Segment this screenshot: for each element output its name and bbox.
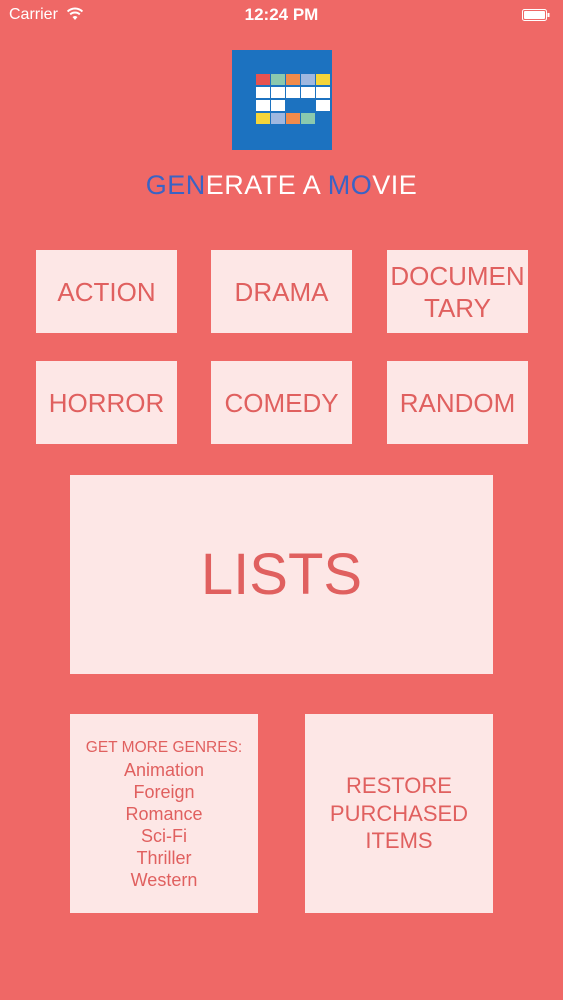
restore-purchases-button[interactable]: RESTORE PURCHASED ITEMS <box>305 714 493 913</box>
horror-button[interactable]: HORROR <box>36 361 177 444</box>
logo-cell <box>286 113 300 124</box>
restore-label-line3: ITEMS <box>365 828 433 854</box>
documentary-label-line2: TARY <box>424 292 491 323</box>
comedy-label: COMEDY <box>224 387 339 418</box>
lists-label: LISTS <box>200 542 363 607</box>
more-genres-item: Sci-Fi <box>141 825 187 846</box>
documentary-label-line1: DOCUMEN <box>390 260 525 291</box>
logo-cell <box>271 74 285 85</box>
lists-button[interactable]: LISTS <box>70 475 493 674</box>
title-part-vie: VIE <box>372 170 418 200</box>
restore-label-line1: RESTORE <box>346 773 452 799</box>
action-button[interactable]: ACTION <box>36 250 177 333</box>
random-label: RANDOM <box>399 387 516 418</box>
title-part-gen: GEN <box>145 170 206 200</box>
restore-label-line2: PURCHASED <box>329 800 469 826</box>
logo-cell <box>301 113 315 124</box>
get-more-genres-button[interactable]: GET MORE GENRES: Animation Foreign Roman… <box>70 714 258 913</box>
drama-button[interactable]: DRAMA <box>211 250 352 333</box>
logo-cell <box>256 113 270 124</box>
more-genres-item: Animation <box>123 759 205 780</box>
logo-cell <box>316 100 330 111</box>
status-bar: Carrier 12:24 PM <box>0 0 563 30</box>
action-label: ACTION <box>57 276 156 307</box>
logo-cell <box>301 87 315 98</box>
logo-cell <box>286 87 300 98</box>
logo-cell <box>316 74 330 85</box>
drama-label: DRAMA <box>234 276 329 307</box>
logo-cell <box>256 100 270 111</box>
logo-cell <box>316 87 330 98</box>
more-genres-item: Western <box>130 869 198 890</box>
logo-cell <box>271 113 285 124</box>
more-genres-heading: GET MORE GENRES: <box>85 738 243 756</box>
logo-cell <box>256 74 270 85</box>
more-genres-item: Foreign <box>133 781 195 802</box>
horror-label: HORROR <box>48 387 165 418</box>
documentary-button[interactable]: DOCUMEN TARY <box>387 250 528 333</box>
logo-cell <box>256 87 270 98</box>
more-genres-item: Thriller <box>136 847 192 868</box>
comedy-button[interactable]: COMEDY <box>211 361 352 444</box>
app-logo <box>232 50 332 150</box>
logo-cell <box>271 100 285 111</box>
title-part-mo: MO <box>327 170 373 200</box>
title-part-erate: ERATE A <box>205 170 328 200</box>
status-time: 12:24 PM <box>244 5 319 24</box>
logo-cell <box>301 74 315 85</box>
app-title: GENERATE A MOVIE <box>0 170 563 201</box>
restore-label-group: RESTORE PURCHASED ITEMS <box>330 772 468 855</box>
logo-cell <box>271 87 285 98</box>
random-button[interactable]: RANDOM <box>387 361 528 444</box>
battery-icon <box>522 9 550 21</box>
more-genres-item: Romance <box>125 803 203 824</box>
logo-cell <box>286 74 300 85</box>
